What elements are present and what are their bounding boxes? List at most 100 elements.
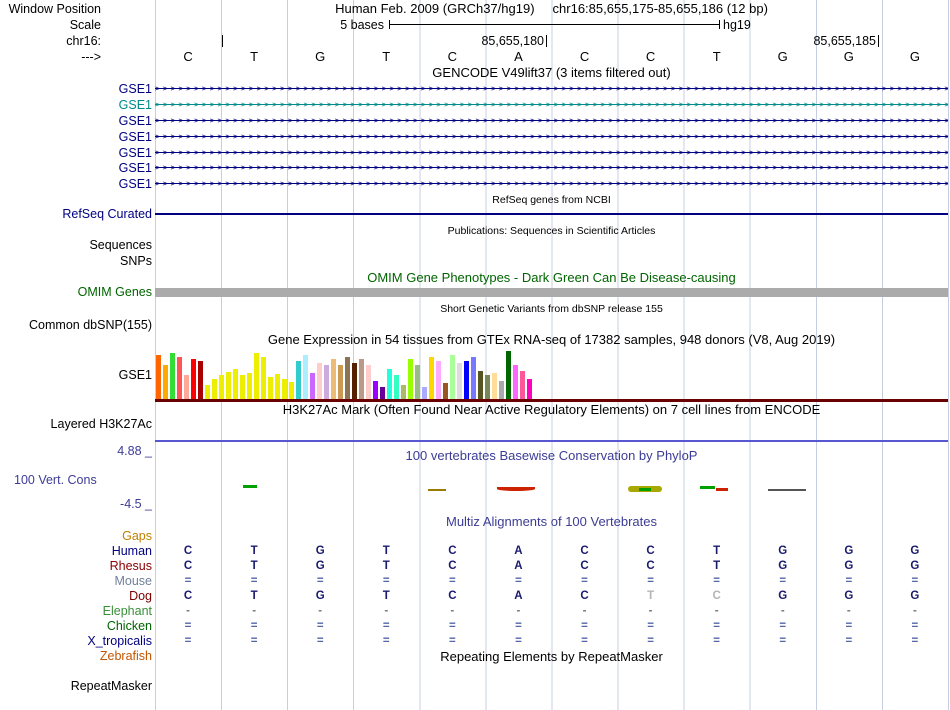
species-label-zebrafish[interactable]: Zebrafish xyxy=(2,649,152,663)
base-cell: = xyxy=(448,620,456,632)
base-cell: = xyxy=(647,620,654,632)
track-label-repeatmasker[interactable]: RepeatMasker xyxy=(2,679,152,693)
base-cell: - xyxy=(186,605,190,617)
transcript-gse1[interactable] xyxy=(155,84,948,94)
omim-genes-track[interactable] xyxy=(155,288,948,297)
base-cell: = xyxy=(713,635,721,647)
base-cell: - xyxy=(912,605,917,617)
phylop-mark xyxy=(428,489,446,491)
base-cell: = xyxy=(250,635,258,647)
alignment-row-chicken[interactable]: = = = = = = = = = = = = xyxy=(155,619,948,633)
base-cell: C xyxy=(183,545,193,557)
tissue-bar xyxy=(191,359,196,399)
tissue-bar xyxy=(275,374,280,399)
scale-bar xyxy=(389,20,720,29)
tissue-bar xyxy=(310,373,315,399)
base-cell: G xyxy=(315,545,325,557)
base-cell: C xyxy=(183,560,193,572)
track-label-gse1[interactable]: GSE1 xyxy=(2,161,152,175)
track-label-gse1[interactable]: GSE1 xyxy=(2,177,152,191)
transcript-gse1[interactable] xyxy=(155,132,948,142)
base-cell: = xyxy=(382,575,390,587)
gencode-track-header: GENCODE V49lift37 (3 items filtered out) xyxy=(432,65,671,80)
base-cell: = xyxy=(316,620,324,632)
species-label-x-tropicalis[interactable]: X_tropicalis xyxy=(2,634,152,648)
tissue-bar xyxy=(233,369,238,399)
species-label-human[interactable]: Human xyxy=(2,544,152,558)
base-cell: T xyxy=(713,560,721,572)
species-label-chicken[interactable]: Chicken xyxy=(2,619,152,633)
alignment-row-mouse[interactable]: = = = = = = = = = = = = xyxy=(155,574,948,588)
track-label-gaps[interactable]: Gaps xyxy=(2,529,152,543)
transcript-gse1[interactable] xyxy=(155,116,948,126)
base-cell: = xyxy=(581,575,588,587)
track-label-refseq-curated[interactable]: RefSeq Curated xyxy=(2,207,152,221)
base-cell: = xyxy=(382,635,390,647)
base-cell: = xyxy=(250,575,258,587)
tissue-bar xyxy=(345,357,350,399)
tissue-bar xyxy=(198,361,203,399)
alignment-row-rhesus[interactable]: CTGTCACCTGGG xyxy=(155,559,948,573)
reference-sequence-track[interactable]: CTGTCACCTGGG xyxy=(155,50,948,64)
tissue-bar xyxy=(177,357,182,399)
track-label-gse1[interactable]: GSE1 xyxy=(2,130,152,144)
alignment-row-x-tropicalis[interactable]: = = = = = = = = = = = = xyxy=(155,634,948,648)
strand-arrow-label: ---> xyxy=(81,50,101,64)
base-cell: = xyxy=(581,635,588,647)
alignment-row-elephant[interactable]: ------------ xyxy=(155,604,948,618)
transcript-gse1[interactable] xyxy=(155,100,948,110)
refseq-curated-track[interactable] xyxy=(155,213,948,215)
base-cell: - xyxy=(846,605,851,617)
phylop-positive-mark xyxy=(243,485,257,488)
base-cell: T xyxy=(250,49,259,64)
base-cell: = xyxy=(779,635,787,647)
track-label-gse1[interactable]: GSE1 xyxy=(2,146,152,160)
layered-h3k27ac-track[interactable] xyxy=(155,440,948,442)
track-label-common-dbsnp[interactable]: Common dbSNP(155) xyxy=(2,318,152,332)
gtex-expression-barchart[interactable] xyxy=(156,349,949,399)
track-label-gse1[interactable]: GSE1 xyxy=(2,98,152,112)
base-cell: = xyxy=(911,635,919,647)
base-cell: T xyxy=(250,590,258,602)
species-label-dog[interactable]: Dog xyxy=(2,589,152,603)
track-label-100-vert-cons[interactable]: 100 Vert. Cons xyxy=(14,473,97,487)
species-label-mouse[interactable]: Mouse xyxy=(2,574,152,588)
tissue-bar xyxy=(156,355,161,399)
phylop-negative-mark xyxy=(716,488,728,491)
base-cell: - xyxy=(582,605,587,617)
base-cell: C xyxy=(448,560,457,572)
alignment-row-dog[interactable]: CTGTCACTCGGG xyxy=(155,589,948,603)
tissue-bar xyxy=(457,363,462,399)
track-label-gse1[interactable]: GSE1 xyxy=(2,114,152,128)
base-cell: = xyxy=(647,635,654,647)
transcript-gse1[interactable] xyxy=(155,163,948,173)
alignment-row-human[interactable]: CTGTCACCTGGG xyxy=(155,544,948,558)
tissue-bar xyxy=(366,365,371,399)
base-cell: G xyxy=(910,590,920,602)
track-label-gtex-gse1[interactable]: GSE1 xyxy=(2,368,152,382)
track-label-snps[interactable]: SNPs xyxy=(2,254,152,268)
base-cell: T xyxy=(250,560,258,572)
transcript-gse1[interactable] xyxy=(155,179,948,189)
scale-assembly: hg19 xyxy=(723,18,751,32)
track-label-gse1[interactable]: GSE1 xyxy=(2,82,152,96)
species-label-elephant[interactable]: Elephant xyxy=(2,604,152,618)
scale-value: 5 bases xyxy=(340,18,384,32)
species-label-rhesus[interactable]: Rhesus xyxy=(2,559,152,573)
base-cell: = xyxy=(845,635,853,647)
base-cell: G xyxy=(909,49,920,64)
track-label-omim-genes[interactable]: OMIM Genes xyxy=(2,285,152,299)
base-cell: C xyxy=(580,590,589,602)
base-cell: - xyxy=(318,605,323,617)
tissue-bar xyxy=(527,379,532,399)
phylop-positive-mark xyxy=(700,486,715,489)
track-label-layered-h3k27ac[interactable]: Layered H3K27Ac xyxy=(2,417,152,431)
base-cell: = xyxy=(184,575,192,587)
tissue-bar xyxy=(436,361,441,399)
tissue-bar xyxy=(219,375,224,399)
base-cell: G xyxy=(910,545,920,557)
base-cell: A xyxy=(514,49,523,64)
base-cell: C xyxy=(645,49,656,64)
track-label-sequences[interactable]: Sequences xyxy=(2,238,152,252)
transcript-gse1[interactable] xyxy=(155,148,948,158)
